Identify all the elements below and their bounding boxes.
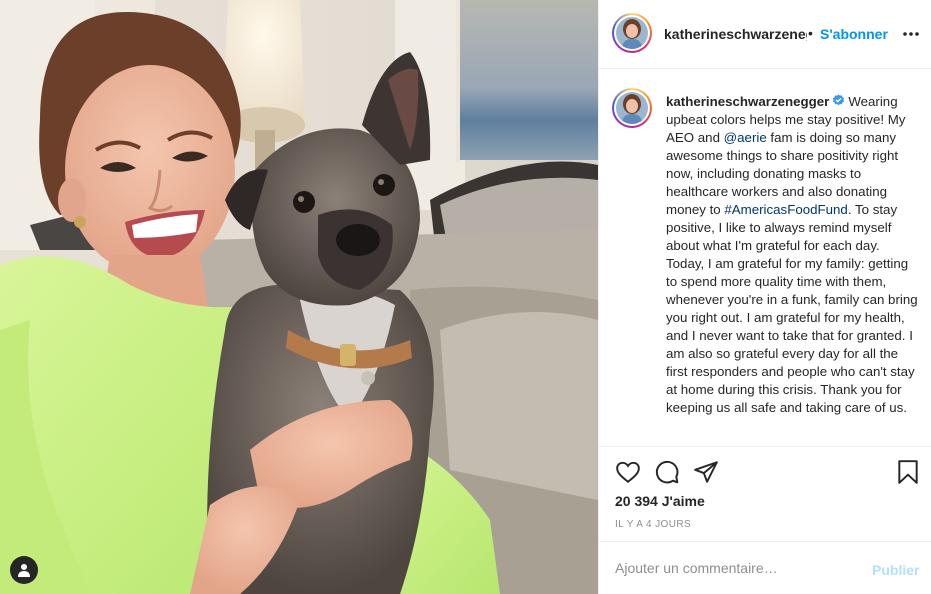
caption-mention-link[interactable]: @aerie	[724, 130, 767, 145]
caption-avatar[interactable]	[612, 88, 652, 128]
more-options-button[interactable]	[901, 26, 921, 42]
post-photo[interactable]	[0, 0, 598, 594]
user-tag-button[interactable]	[10, 556, 38, 584]
like-button[interactable]	[615, 459, 641, 485]
header-username[interactable]: katherineschwarzenegg	[664, 26, 807, 42]
post-side-panel: katherineschwarzenegg • S'abonner kather…	[598, 0, 931, 594]
bookmark-icon	[898, 460, 918, 484]
save-button[interactable]	[895, 459, 921, 485]
verified-badge-icon	[833, 94, 845, 106]
follow-button[interactable]: S'abonner	[820, 26, 888, 42]
add-comment-bar: Publier	[599, 541, 931, 594]
user-tag-icon	[18, 564, 30, 577]
comment-input[interactable]	[615, 560, 845, 576]
follow-separator: •	[808, 25, 813, 41]
caption-text: katherineschwarzenegger Wearing upbeat c…	[666, 93, 920, 417]
more-options-icon	[903, 32, 919, 36]
avatar[interactable]	[612, 13, 652, 53]
caption-section: katherineschwarzenegger Wearing upbeat c…	[599, 70, 931, 446]
avatar-image	[616, 92, 648, 124]
post-actions: 20 394 J'aime IL Y A 4 JOURS	[599, 446, 931, 541]
post-header: katherineschwarzenegg • S'abonner	[599, 0, 931, 69]
post-photo-image	[0, 0, 598, 594]
comment-button[interactable]	[654, 459, 680, 485]
comment-bubble-icon	[655, 460, 679, 484]
publish-button[interactable]: Publier	[872, 562, 919, 578]
caption-text-part-3: . To stay positive, I like to always rem…	[666, 202, 918, 415]
post-timestamp[interactable]: IL Y A 4 JOURS	[615, 519, 691, 530]
heart-icon	[616, 461, 640, 483]
caption-username[interactable]: katherineschwarzenegger	[666, 94, 829, 109]
share-button[interactable]	[693, 459, 719, 485]
caption-hashtag-link[interactable]: #AmericasFoodFund	[724, 202, 847, 217]
likes-count[interactable]: 20 394 J'aime	[615, 493, 705, 509]
avatar-image	[616, 17, 648, 49]
paper-plane-icon	[694, 461, 718, 483]
